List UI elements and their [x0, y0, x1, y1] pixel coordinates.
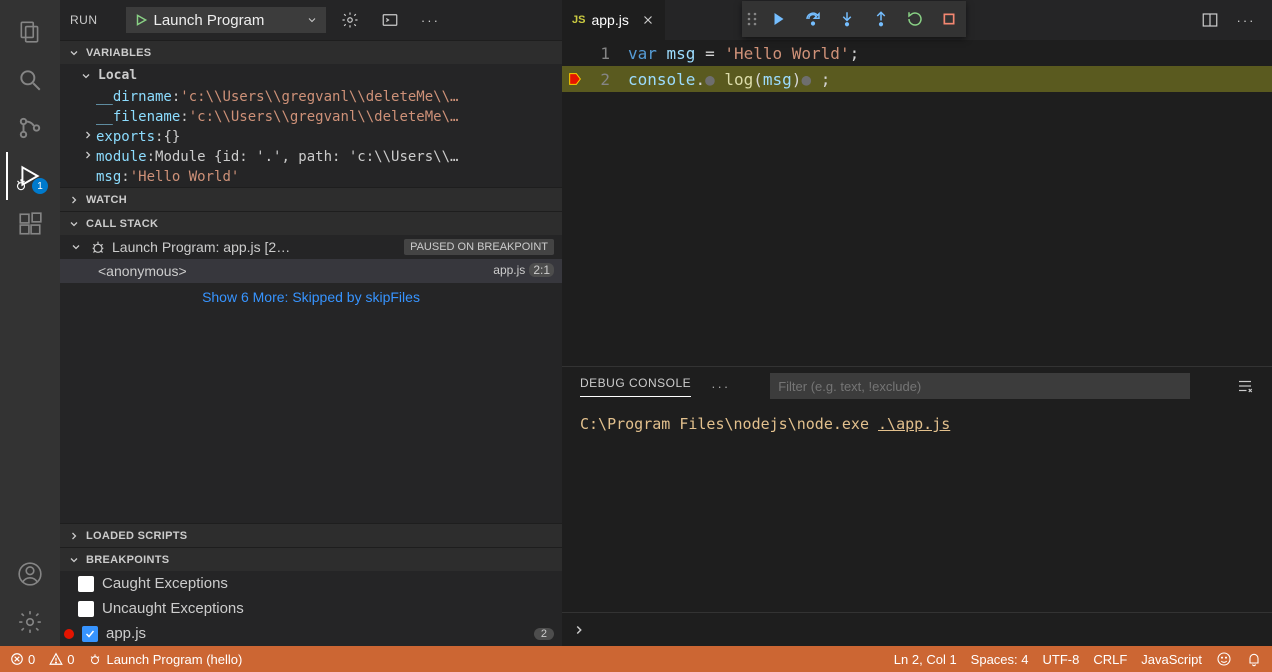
- chevron-right-icon: [66, 194, 82, 206]
- breakpoint-caught-row[interactable]: Caught Exceptions: [60, 571, 562, 596]
- chevron-down-icon: [66, 554, 82, 566]
- notifications-icon[interactable]: [1246, 651, 1262, 667]
- split-editor-icon[interactable]: [1194, 4, 1226, 36]
- editor-tabbar: JS app.js ···: [562, 0, 1272, 40]
- chevron-right-icon: [572, 623, 586, 637]
- play-icon: [134, 13, 148, 27]
- run-debug-icon[interactable]: 1: [6, 152, 54, 200]
- more-icon[interactable]: ···: [1230, 4, 1262, 36]
- bug-icon: [90, 239, 106, 255]
- callstack-session-row[interactable]: Launch Program: app.js [2… PAUSED ON BRE…: [60, 235, 562, 259]
- local-scope-header[interactable]: Local: [60, 64, 562, 87]
- editor-area: JS app.js ··· 1 var msg: [562, 0, 1272, 646]
- breakpoint-file-row[interactable]: app.js 2: [60, 621, 562, 646]
- launch-config-select[interactable]: Launch Program: [126, 7, 327, 33]
- chevron-right-icon: [66, 530, 82, 542]
- continue-button[interactable]: [762, 2, 796, 36]
- chevron-down-icon: [66, 218, 82, 230]
- variable-row[interactable]: __filename: 'c:\\Users\\gregvanl\\delete…: [60, 107, 562, 127]
- status-indentation[interactable]: Spaces: 4: [971, 652, 1029, 667]
- callstack-section-header[interactable]: CALL STACK: [60, 211, 562, 235]
- breakpoint-line-badge: 2: [534, 628, 554, 640]
- breakpoint-uncaught-row[interactable]: Uncaught Exceptions: [60, 596, 562, 621]
- search-icon[interactable]: [6, 56, 54, 104]
- extensions-icon[interactable]: [6, 200, 54, 248]
- status-debug-session[interactable]: Launch Program (hello): [88, 652, 242, 667]
- chevron-down-icon: [68, 241, 84, 253]
- status-warnings[interactable]: 0: [49, 652, 74, 667]
- breakpoints-section-header[interactable]: BREAKPOINTS: [60, 547, 562, 571]
- chevron-right-icon: [80, 149, 96, 165]
- status-encoding[interactable]: UTF-8: [1043, 652, 1080, 667]
- breakpoint-dot-icon: [64, 629, 74, 639]
- status-errors[interactable]: 0: [10, 652, 35, 667]
- activity-bar: 1: [0, 0, 60, 646]
- show-more-frames[interactable]: Show 6 More: Skipped by skipFiles: [60, 283, 562, 311]
- accounts-icon[interactable]: [6, 550, 54, 598]
- debug-console-panel: DEBUG CONSOLE ··· C:\Program Files\nodej…: [562, 366, 1272, 646]
- loaded-scripts-section-header[interactable]: LOADED SCRIPTS: [60, 523, 562, 547]
- step-out-button[interactable]: [864, 2, 898, 36]
- debug-toolbar[interactable]: [742, 1, 966, 37]
- status-bar: 0 0 Launch Program (hello) Ln 2, Col 1 S…: [0, 646, 1272, 672]
- restart-button[interactable]: [898, 2, 932, 36]
- checkbox-icon[interactable]: [78, 576, 94, 592]
- variable-row[interactable]: module: Module {id: '.', path: 'c:\\User…: [60, 147, 562, 167]
- code-editor[interactable]: 1 var msg = 'Hello World'; 2 console.● l…: [562, 40, 1272, 366]
- js-file-icon: JS: [572, 14, 585, 26]
- chevron-right-icon: [80, 129, 96, 145]
- stop-button[interactable]: [932, 2, 966, 36]
- status-language[interactable]: JavaScript: [1141, 652, 1202, 667]
- debug-console-icon[interactable]: [374, 4, 406, 36]
- variable-row[interactable]: exports: {}: [60, 127, 562, 147]
- status-cursor-position[interactable]: Ln 2, Col 1: [894, 652, 957, 667]
- checkbox-checked-icon[interactable]: [82, 626, 98, 642]
- clear-console-icon[interactable]: [1236, 377, 1254, 395]
- breakpoint-current-icon[interactable]: [562, 71, 588, 87]
- variables-section-header[interactable]: VARIABLES: [60, 40, 562, 64]
- callstack-frame-row[interactable]: <anonymous> app.js2:1: [60, 259, 562, 283]
- step-over-button[interactable]: [796, 2, 830, 36]
- chevron-down-icon: [66, 47, 82, 59]
- chevron-down-icon: [306, 14, 318, 26]
- console-output: C:\Program Files\nodejs\node.exe .\app.j…: [562, 405, 1272, 612]
- console-input[interactable]: [562, 612, 1272, 646]
- console-filter-input[interactable]: [770, 373, 1190, 399]
- gear-icon[interactable]: [334, 4, 366, 36]
- debug-badge: 1: [32, 178, 48, 194]
- close-icon[interactable]: [641, 13, 655, 27]
- step-into-button[interactable]: [830, 2, 864, 36]
- run-title: RUN: [70, 13, 118, 27]
- debug-sidebar: RUN Launch Program ··· VARIABLES Local: [60, 0, 562, 646]
- status-eol[interactable]: CRLF: [1093, 652, 1127, 667]
- variable-row[interactable]: __dirname: 'c:\\Users\\gregvanl\\deleteM…: [60, 87, 562, 107]
- checkbox-icon[interactable]: [78, 601, 94, 617]
- variable-row[interactable]: msg: 'Hello World': [60, 167, 562, 187]
- drag-handle-icon[interactable]: [742, 11, 762, 27]
- pause-status-chip: PAUSED ON BREAKPOINT: [404, 239, 554, 255]
- console-file-link[interactable]: .\app.js: [878, 415, 950, 433]
- more-icon[interactable]: ···: [711, 379, 730, 394]
- feedback-icon[interactable]: [1216, 651, 1232, 667]
- source-control-icon[interactable]: [6, 104, 54, 152]
- tab-app-js[interactable]: JS app.js: [562, 0, 665, 40]
- debug-console-tab[interactable]: DEBUG CONSOLE: [580, 376, 691, 397]
- settings-gear-icon[interactable]: [6, 598, 54, 646]
- explorer-icon[interactable]: [6, 8, 54, 56]
- more-icon[interactable]: ···: [414, 4, 446, 36]
- chevron-down-icon: [78, 70, 94, 82]
- watch-section-header[interactable]: WATCH: [60, 187, 562, 211]
